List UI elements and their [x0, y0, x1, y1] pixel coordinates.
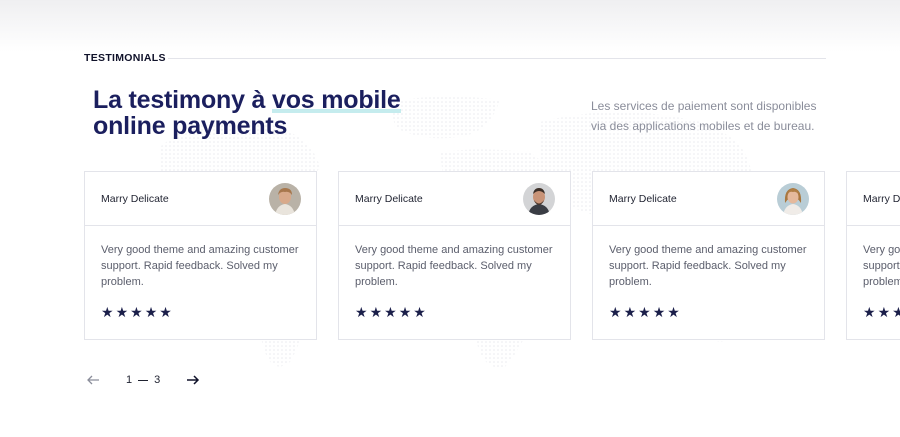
testimonial-quote: Very good theme and amazing customer sup… — [609, 244, 807, 288]
arrow-left-icon[interactable] — [86, 373, 100, 387]
card-header: Marry Delicate — [85, 172, 316, 226]
card-header: Marry Delicate — [847, 172, 900, 226]
testimonial-quote: Very good theme and amazing customer sup… — [355, 244, 553, 288]
star-icon: ★ — [413, 304, 426, 320]
section-headline: La testimony à vos mobile online payment… — [93, 87, 401, 139]
star-rating: ★ ★ ★ ★ ★ — [863, 305, 900, 319]
avatar — [777, 182, 809, 215]
star-icon: ★ — [863, 304, 876, 320]
star-icon: ★ — [159, 304, 172, 320]
star-icon: ★ — [877, 304, 891, 320]
current-page: 1 — [126, 374, 133, 386]
avatar — [523, 182, 555, 215]
card-header: Marry Delicate — [339, 172, 570, 226]
star-icon: ★ — [115, 304, 129, 320]
headline-part1: La testimony à — [93, 86, 272, 114]
star-icon: ★ — [355, 304, 368, 320]
star-icon: ★ — [652, 304, 666, 320]
star-icon: ★ — [638, 304, 651, 320]
testimonials-page: TESTIMONIALS La testimony à vos mobile o… — [0, 0, 900, 437]
star-icon: ★ — [101, 304, 114, 320]
page-separator — [138, 379, 149, 381]
testimonial-card: Marry Delicate Very good theme and amazi… — [592, 171, 825, 340]
star-icon: ★ — [369, 304, 383, 320]
reviewer-name: Marry Delicate — [355, 192, 423, 205]
intro-text: Les services de paiement sont disponible… — [591, 99, 817, 133]
star-icon: ★ — [130, 304, 143, 320]
testimonial-quote: Very good theme and amazing customer sup… — [101, 244, 299, 288]
testimonial-card: Marry Delicate Very good theme and amazi… — [84, 171, 317, 340]
star-rating: ★ ★ ★ ★ ★ — [101, 305, 300, 319]
top-shade — [0, 0, 900, 52]
section-divider — [168, 58, 826, 59]
testimonial-card: Marry Delicate Very good theme and amazi… — [846, 171, 900, 340]
reviewer-name: Marry Delicate — [609, 192, 677, 205]
star-rating: ★ ★ ★ ★ ★ — [355, 305, 554, 319]
headline-highlight: vos mobile — [272, 86, 401, 114]
star-icon: ★ — [667, 304, 680, 320]
star-rating: ★ ★ ★ ★ ★ — [609, 305, 808, 319]
star-icon: ★ — [609, 304, 622, 320]
reviewer-name: Marry Delicate — [863, 192, 900, 205]
testimonial-card: Marry Delicate Very good theme and amazi… — [338, 171, 571, 340]
avatar — [269, 182, 301, 215]
star-icon: ★ — [398, 304, 412, 320]
star-icon: ★ — [892, 304, 900, 320]
testimonial-quote: Very good theme and amazing customer sup… — [863, 244, 900, 288]
star-icon: ★ — [384, 304, 397, 320]
card-header: Marry Delicate — [593, 172, 824, 226]
star-icon: ★ — [144, 304, 158, 320]
total-pages: 3 — [154, 374, 161, 386]
reviewer-name: Marry Delicate — [101, 192, 169, 205]
star-icon: ★ — [623, 304, 637, 320]
headline-line2: online payments — [93, 112, 288, 140]
arrow-right-icon[interactable] — [186, 373, 200, 387]
section-label: TESTIMONIALS — [84, 52, 166, 64]
carousel-pager: 1 3 — [86, 370, 200, 390]
